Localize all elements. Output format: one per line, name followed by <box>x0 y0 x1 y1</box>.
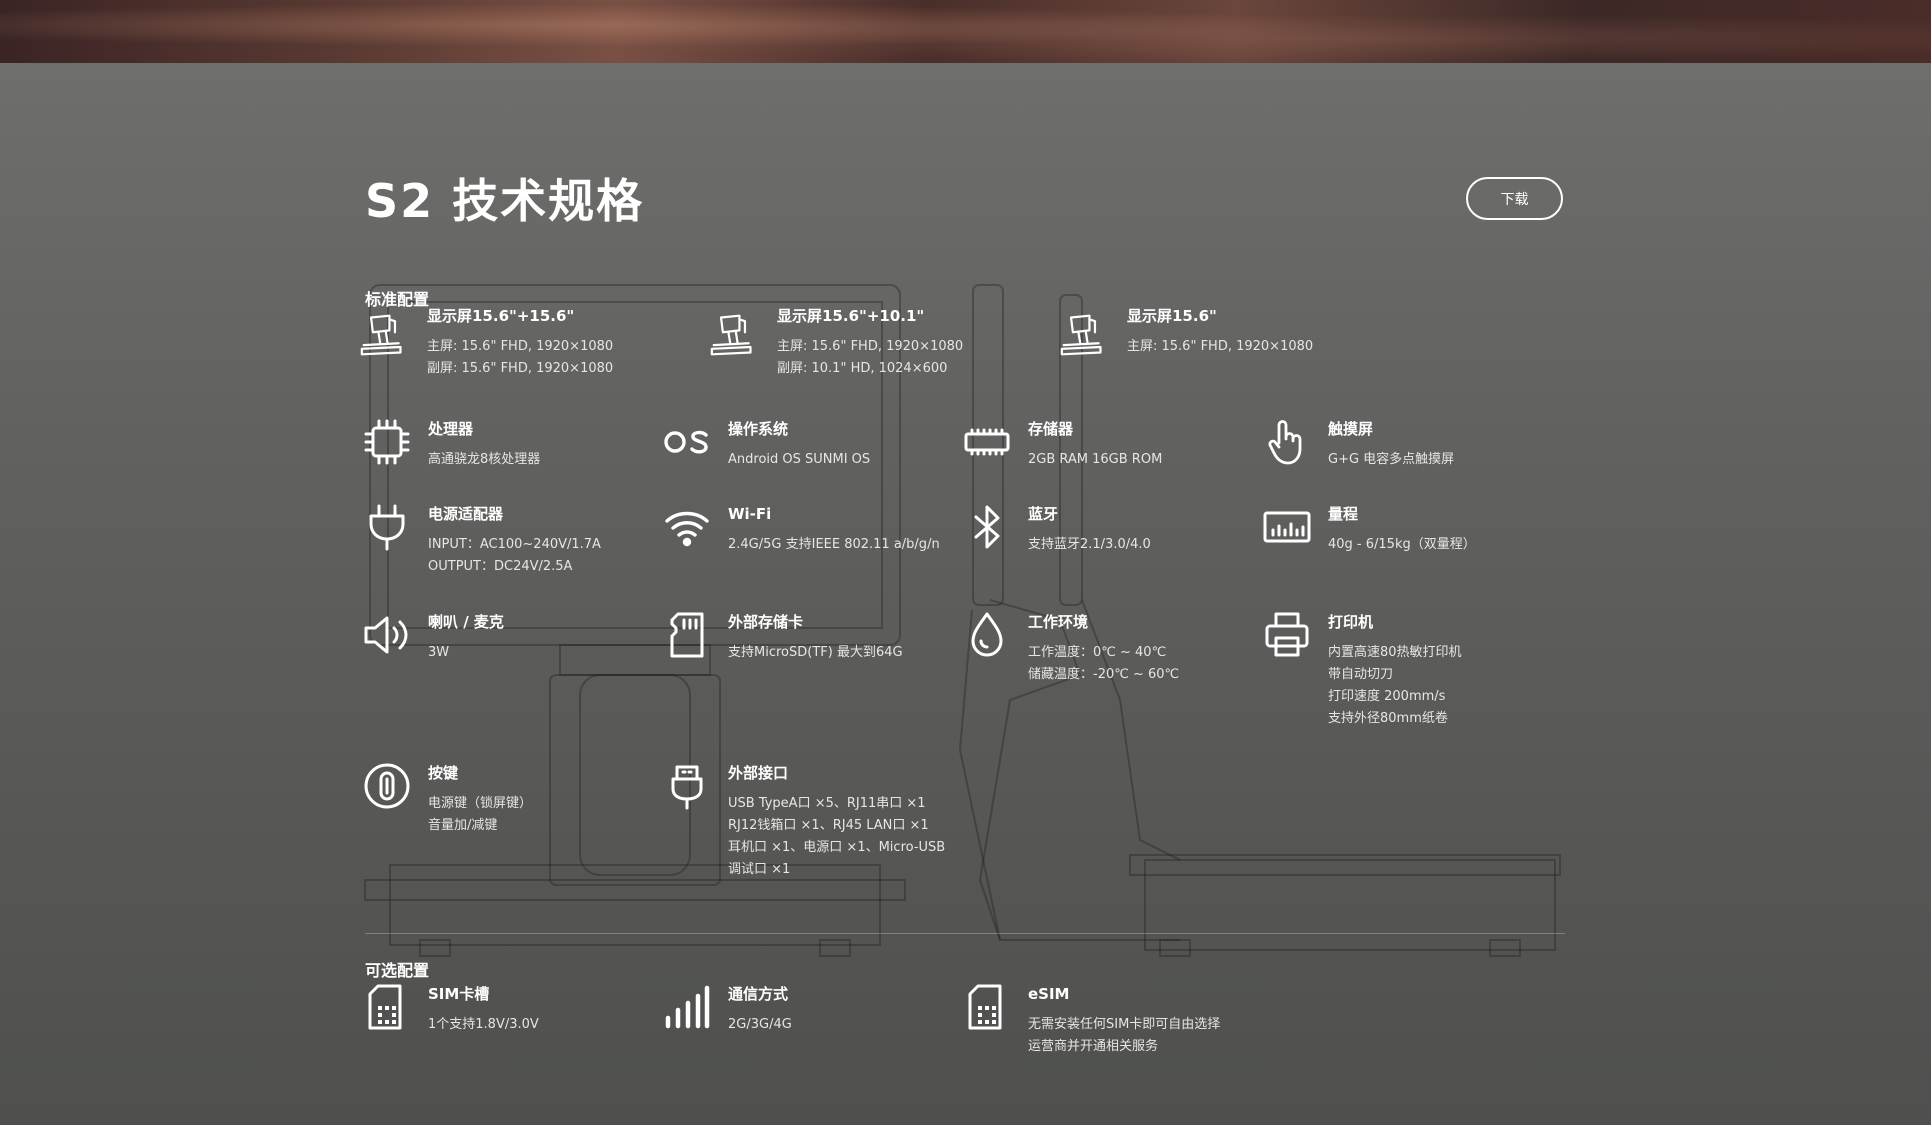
spec-detail-line: 1个支持1.8V/3.0V <box>428 1017 539 1032</box>
spec-detail-line: 带自动切刀 <box>1328 667 1394 682</box>
scale-icon <box>1262 502 1312 552</box>
download-button[interactable]: 下载 <box>1466 177 1563 220</box>
spec-detail-line: OUTPUT：DC24V/2.5A <box>428 559 573 574</box>
touch-hand-icon <box>1262 417 1312 467</box>
spec-speaker-mic: 喇叭 / 麦克 3W <box>362 610 504 664</box>
spec-detail-line: 副屏: 10.1" HD, 1024×600 <box>777 361 948 376</box>
spec-memory: 存储器 2GB RAM 16GB ROM <box>962 417 1162 471</box>
spec-wifi: Wi-Fi 2.4G/5G 支持IEEE 802.11 a/b/g/n <box>662 502 940 556</box>
spec-detail-line: INPUT：AC100~240V/1.7A <box>428 537 601 552</box>
spec-detail-line: 耳机口 ×1、电源口 ×1、Micro-USB <box>728 840 946 855</box>
spec-operating-system: 操作系统 Android OS SUNMI OS <box>662 417 870 471</box>
spec-touchscreen: 触摸屏 G+G 电容多点触摸屏 <box>1262 417 1454 471</box>
spec-detail-line: 主屏: 15.6" FHD, 1920×1080 <box>427 339 614 354</box>
standard-config-heading: 标准配置 <box>365 290 430 309</box>
os-icon <box>662 417 712 467</box>
usb-port-icon <box>662 761 712 811</box>
button-key-icon <box>362 761 412 811</box>
spec-detail-line: USB TypeA口 ×5、RJ11串口 ×1 <box>728 796 926 811</box>
spec-title: 蓝牙 <box>1028 505 1059 523</box>
cpu-chip-icon <box>362 417 412 467</box>
spec-buttons: 按键 电源键（锁屏键） 音量加/减键 <box>362 761 532 837</box>
page-title: S2 技术规格 <box>365 174 645 228</box>
spec-detail-line: RJ12钱箱口 ×1、RJ45 LAN口 ×1 <box>728 818 929 833</box>
signal-bars-icon <box>662 982 712 1032</box>
sd-card-icon <box>662 610 712 660</box>
spec-detail-line: 高通骁龙8核处理器 <box>428 452 541 467</box>
spec-title: Wi-Fi <box>728 505 772 523</box>
wifi-icon <box>662 502 712 552</box>
power-plug-icon <box>362 502 412 552</box>
spec-printer: 打印机 内置高速80热敏打印机 带自动切刀 打印速度 200mm/s 支持外径8… <box>1262 610 1462 730</box>
spec-title: 打印机 <box>1328 613 1374 631</box>
spec-detail-line: 2.4G/5G 支持IEEE 802.11 a/b/g/n <box>728 537 940 552</box>
spec-external-ports: 外部接口 USB TypeA口 ×5、RJ11串口 ×1 RJ12钱箱口 ×1、… <box>662 761 945 881</box>
monitor-stand-icon <box>710 312 756 358</box>
spec-title: 外部存储卡 <box>728 613 804 631</box>
spec-detail-line: 储藏温度：-20℃ ~ 60℃ <box>1028 667 1180 682</box>
spec-detail-line: Android OS SUNMI OS <box>728 452 871 467</box>
spec-title: 存储器 <box>1028 420 1074 438</box>
spec-title: 电源适配器 <box>428 505 504 523</box>
spec-title: 显示屏15.6"+15.6" <box>427 307 575 325</box>
monitor-stand-icon <box>1060 312 1106 358</box>
spec-title: 量程 <box>1328 505 1359 523</box>
bluetooth-icon <box>962 502 1012 552</box>
spec-detail-line: 电源键（锁屏键） <box>428 796 533 811</box>
spec-title: eSIM <box>1028 985 1070 1003</box>
spec-detail-line: 支持外径80mm纸卷 <box>1328 711 1448 726</box>
monitor-stand-icon <box>360 312 406 358</box>
spec-bluetooth: 蓝牙 支持蓝牙2.1/3.0/4.0 <box>962 502 1151 556</box>
spec-working-environment: 工作环境 工作温度：0℃ ~ 40℃ 储藏温度：-20℃ ~ 60℃ <box>962 610 1179 686</box>
spec-title: 触摸屏 <box>1328 420 1374 438</box>
spec-detail-line: 内置高速80热敏打印机 <box>1328 645 1462 660</box>
spec-title: 按键 <box>428 764 459 782</box>
spec-esim: eSIM 无需安装任何SIM卡即可自由选择 运营商并开通相关服务 <box>962 982 1220 1058</box>
spec-power-adapter: 电源适配器 INPUT：AC100~240V/1.7A OUTPUT：DC24V… <box>362 502 601 578</box>
water-drop-icon <box>962 610 1012 660</box>
spec-display-15-10: 显示屏15.6"+10.1" 主屏: 15.6" FHD, 1920×1080 … <box>710 307 964 380</box>
spec-detail-line: 2GB RAM 16GB ROM <box>1028 452 1163 467</box>
printer-icon <box>1262 610 1312 660</box>
spec-detail-line: 无需安装任何SIM卡即可自由选择 <box>1028 1017 1221 1032</box>
esim-icon <box>962 982 1012 1032</box>
spec-display-dual-15: 显示屏15.6"+15.6" 主屏: 15.6" FHD, 1920×1080 … <box>360 307 614 380</box>
header-photo-banner <box>0 0 1931 63</box>
section-divider <box>365 933 1565 934</box>
spec-detail-line: 音量加/减键 <box>428 818 498 833</box>
spec-detail-line: 支持蓝牙2.1/3.0/4.0 <box>1028 537 1151 552</box>
spec-detail-line: 主屏: 15.6" FHD, 1920×1080 <box>1127 339 1314 354</box>
spec-detail-line: 打印速度 200mm/s <box>1328 689 1446 704</box>
spec-title: 显示屏15.6"+10.1" <box>777 307 925 325</box>
spec-scale-range: 量程 40g - 6/15kg（双量程） <box>1262 502 1476 556</box>
spec-communication: 通信方式 2G/3G/4G <box>662 982 792 1036</box>
spec-detail-line: 调试口 ×1 <box>728 862 791 877</box>
spec-title: 操作系统 <box>728 420 789 438</box>
optional-config-heading: 可选配置 <box>365 961 430 980</box>
spec-detail-line: 3W <box>428 645 450 660</box>
spec-detail-line: 主屏: 15.6" FHD, 1920×1080 <box>777 339 964 354</box>
spec-title: SIM卡槽 <box>428 985 490 1003</box>
spec-title: 喇叭 / 麦克 <box>428 613 504 631</box>
spec-detail-line: 支持MicroSD(TF) 最大到64G <box>728 645 903 660</box>
spec-title: 通信方式 <box>728 985 789 1003</box>
spec-title: 处理器 <box>428 420 474 438</box>
speaker-icon <box>362 610 412 660</box>
spec-title: 外部接口 <box>728 764 789 782</box>
spec-detail-line: 工作温度：0℃ ~ 40℃ <box>1028 645 1167 660</box>
spec-processor: 处理器 高通骁龙8核处理器 <box>362 417 540 471</box>
sim-card-icon <box>362 982 412 1032</box>
spec-external-storage: 外部存储卡 支持MicroSD(TF) 最大到64G <box>662 610 903 664</box>
spec-sim-slot: SIM卡槽 1个支持1.8V/3.0V <box>362 982 539 1036</box>
memory-icon <box>962 417 1012 467</box>
spec-detail-line: 2G/3G/4G <box>728 1017 792 1032</box>
spec-title: 工作环境 <box>1028 613 1089 631</box>
spec-detail-line: 40g - 6/15kg（双量程） <box>1328 537 1476 552</box>
spec-detail-line: 运营商并开通相关服务 <box>1028 1039 1159 1054</box>
spec-detail-line: G+G 电容多点触摸屏 <box>1328 452 1455 467</box>
spec-display-single-15: 显示屏15.6" 主屏: 15.6" FHD, 1920×1080 <box>1060 307 1314 358</box>
spec-title: 显示屏15.6" <box>1127 307 1217 325</box>
spec-detail-line: 副屏: 15.6" FHD, 1920×1080 <box>427 361 614 376</box>
